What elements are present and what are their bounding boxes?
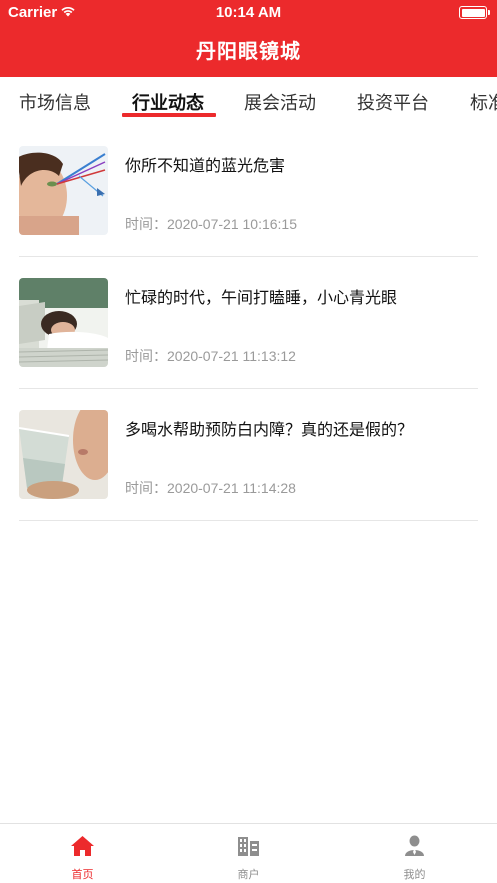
list-item[interactable]: 多喝水帮助预防白内障？真的还是假的？ 时间：2020-07-21 11:14:2…	[19, 389, 478, 521]
status-time: 10:14 AM	[215, 4, 282, 21]
home-icon	[71, 836, 94, 856]
article-thumbnail	[19, 146, 108, 235]
article-title: 忙碌的时代，午间打瞌睡，小心青光眼	[125, 290, 398, 307]
sleeping-on-papers-photo	[19, 278, 108, 367]
tab-market-info[interactable]: 市场信息	[19, 89, 91, 115]
article-thumbnail	[19, 278, 108, 367]
building-icon	[238, 837, 259, 856]
tab-merchants-label: 商户	[237, 869, 260, 881]
tab-home[interactable]: 首页	[0, 824, 165, 883]
article-title: 你所不知道的蓝光危害	[125, 158, 286, 175]
tab-standards[interactable]: 标准	[470, 89, 497, 115]
drinking-water-photo	[19, 410, 108, 499]
article-time: 时间：2020-07-21 11:14:28	[125, 480, 296, 496]
app-header: Carrier 10:14 AM 丹阳眼镜城	[0, 0, 497, 77]
list-item[interactable]: 你所不知道的蓝光危害 时间：2020-07-21 10:16:15	[19, 125, 478, 257]
tab-investment[interactable]: 投资平台	[357, 89, 429, 115]
category-tabs: 市场信息 行业动态 展会活动 投资平台 标准	[0, 77, 497, 124]
active-tab-indicator	[122, 113, 216, 117]
article-title: 多喝水帮助预防白内障？真的还是假的？	[125, 422, 414, 439]
tab-industry-news[interactable]: 行业动态	[132, 89, 204, 115]
tab-mine[interactable]: 我的	[332, 824, 497, 883]
page-title: 丹阳眼镜城	[196, 41, 301, 63]
list-item[interactable]: 忙碌的时代，午间打瞌睡，小心青光眼 时间：2020-07-21 11:13:12	[19, 257, 478, 389]
article-list: 你所不知道的蓝光危害 时间：2020-07-21 10:16:15 忙碌的时代，…	[19, 125, 478, 521]
user-icon	[405, 835, 424, 856]
bottom-tab-bar: 首页 商户 我的	[0, 823, 497, 883]
status-bar: Carrier 10:14 AM	[0, 0, 497, 26]
tab-mine-label: 我的	[403, 869, 426, 881]
tab-home-label: 首页	[71, 869, 94, 881]
woman-blue-light-photo	[19, 146, 108, 235]
article-time: 时间：2020-07-21 10:16:15	[125, 216, 297, 232]
tab-exhibitions[interactable]: 展会活动	[244, 89, 316, 115]
article-time: 时间：2020-07-21 11:13:12	[125, 348, 296, 364]
battery-icon	[459, 6, 490, 19]
article-thumbnail	[19, 410, 108, 499]
tab-merchants[interactable]: 商户	[166, 824, 331, 883]
